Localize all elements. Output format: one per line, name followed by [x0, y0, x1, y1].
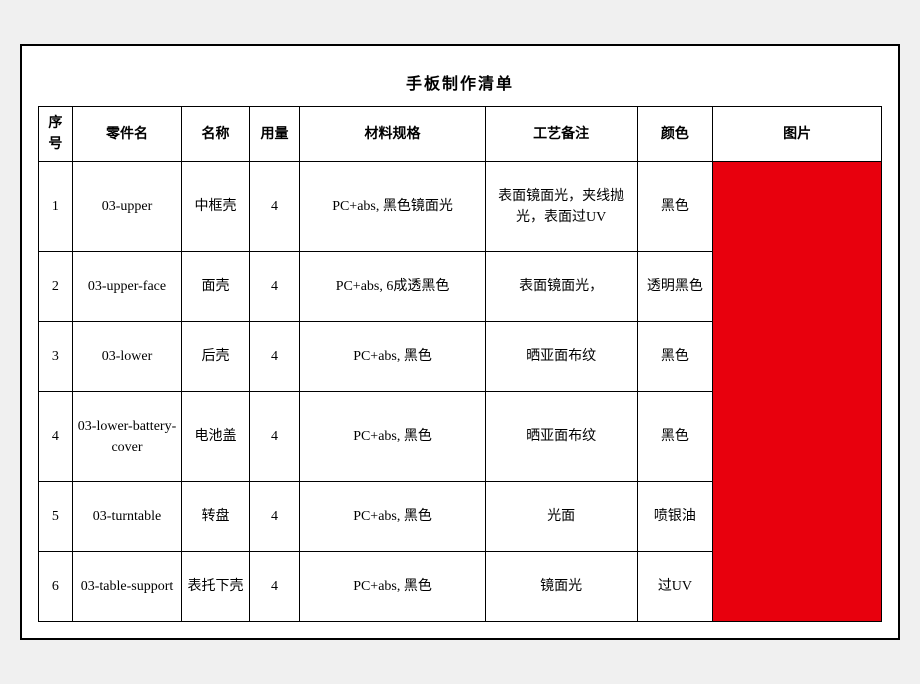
header-image: 图片 [713, 107, 882, 162]
cell-color: 黑色 [637, 392, 713, 482]
cell-process: 镜面光 [485, 552, 637, 622]
cell-seq: 6 [39, 552, 73, 622]
image-column-cell [713, 162, 882, 622]
header-seq: 序号 [39, 107, 73, 162]
page-container: 手板制作清单 序号 零件名 名称 用量 材料规格 工艺备注 颜色 图片 [20, 44, 900, 640]
cell-spec: PC+abs, 黑色 [300, 322, 485, 392]
cell-color: 黑色 [637, 322, 713, 392]
cell-part-no: 03-turntable [72, 482, 182, 552]
cell-name: 转盘 [182, 482, 249, 552]
header-color: 颜色 [637, 107, 713, 162]
header-qty: 用量 [249, 107, 300, 162]
cell-color: 黑色 [637, 162, 713, 252]
cell-process: 晒亚面布纹 [485, 392, 637, 482]
cell-seq: 1 [39, 162, 73, 252]
cell-part-no: 03-table-support [72, 552, 182, 622]
cell-color: 过UV [637, 552, 713, 622]
table-title: 手板制作清单 [38, 62, 882, 106]
main-table: 序号 零件名 名称 用量 材料规格 工艺备注 颜色 图片 103-upper中框… [38, 106, 882, 622]
cell-seq: 3 [39, 322, 73, 392]
cell-qty: 4 [249, 162, 300, 252]
cell-qty: 4 [249, 552, 300, 622]
cell-qty: 4 [249, 322, 300, 392]
cell-color: 透明黑色 [637, 252, 713, 322]
cell-seq: 5 [39, 482, 73, 552]
cell-name: 电池盖 [182, 392, 249, 482]
cell-qty: 4 [249, 482, 300, 552]
cell-spec: PC+abs, 黑色 [300, 392, 485, 482]
header-process: 工艺备注 [485, 107, 637, 162]
cell-process: 表面镜面光，夹线抛光，表面过UV [485, 162, 637, 252]
cell-name: 中框壳 [182, 162, 249, 252]
cell-qty: 4 [249, 392, 300, 482]
header-name: 名称 [182, 107, 249, 162]
cell-spec: PC+abs, 黑色 [300, 482, 485, 552]
cell-name: 表托下壳 [182, 552, 249, 622]
cell-process: 表面镜面光， [485, 252, 637, 322]
cell-seq: 4 [39, 392, 73, 482]
cell-part-no: 03-lower-battery-cover [72, 392, 182, 482]
cell-part-no: 03-upper-face [72, 252, 182, 322]
cell-spec: PC+abs, 黑色 [300, 552, 485, 622]
cell-part-no: 03-lower [72, 322, 182, 392]
cell-spec: PC+abs, 6成透黑色 [300, 252, 485, 322]
cell-seq: 2 [39, 252, 73, 322]
cell-part-no: 03-upper [72, 162, 182, 252]
cell-name: 面壳 [182, 252, 249, 322]
header-spec: 材料规格 [300, 107, 485, 162]
cell-spec: PC+abs, 黑色镜面光 [300, 162, 485, 252]
table-row: 103-upper中框壳4PC+abs, 黑色镜面光表面镜面光，夹线抛光，表面过… [39, 162, 882, 252]
cell-process: 光面 [485, 482, 637, 552]
header-part-no: 零件名 [72, 107, 182, 162]
cell-color: 喷银油 [637, 482, 713, 552]
cell-name: 后壳 [182, 322, 249, 392]
cell-qty: 4 [249, 252, 300, 322]
cell-process: 晒亚面布纹 [485, 322, 637, 392]
